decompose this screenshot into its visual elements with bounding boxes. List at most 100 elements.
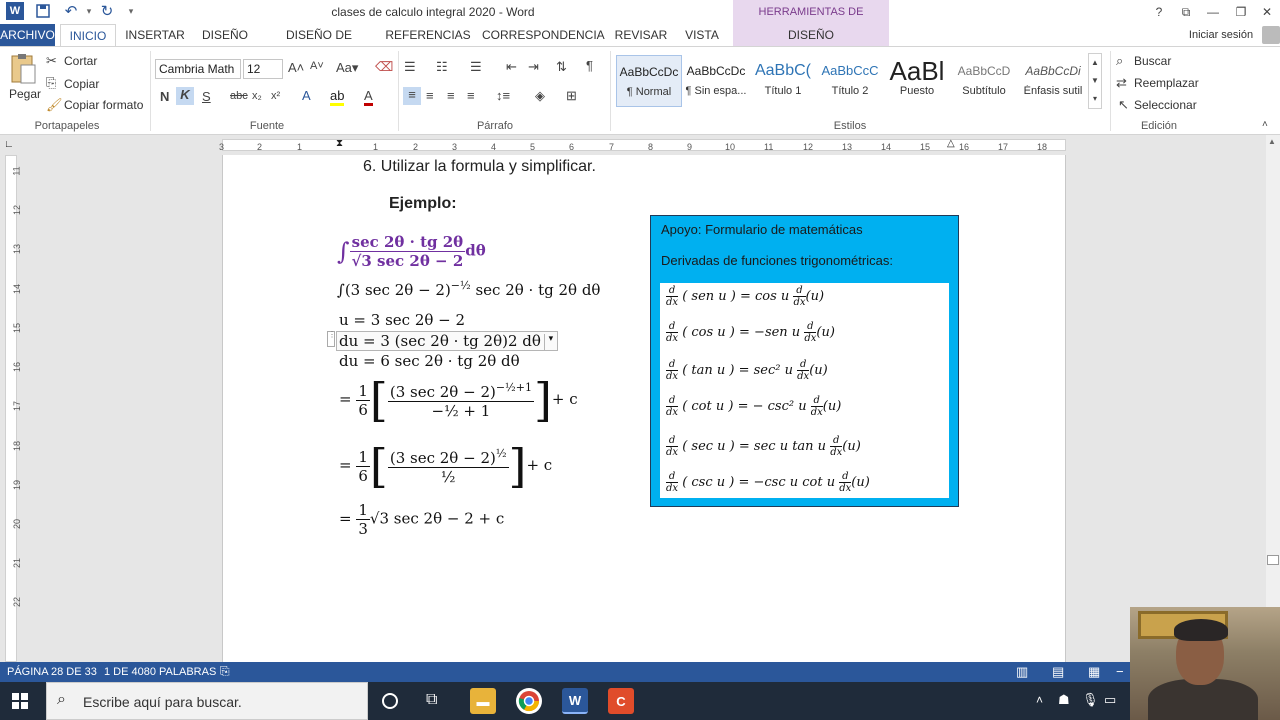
- tray-people-icon[interactable]: ☗: [1058, 692, 1070, 708]
- user-avatar[interactable]: [1262, 26, 1280, 44]
- change-case-icon[interactable]: Aa▾: [336, 60, 358, 76]
- styles-scroll-icon[interactable]: ▲ ▼ ▾: [1088, 53, 1102, 109]
- justify-icon[interactable]: ≡: [467, 88, 475, 103]
- style-name: Título 1: [764, 85, 802, 97]
- recorder-app-icon[interactable]: C: [608, 688, 634, 714]
- superscript-icon[interactable]: x²: [271, 90, 280, 102]
- tab-equation-diseno[interactable]: DISEÑO: [733, 24, 889, 46]
- proofing-icon[interactable]: ⎘: [220, 664, 230, 679]
- tray-overflow-icon[interactable]: ˄: [1036, 693, 1043, 707]
- zoom-out-icon[interactable]: −: [1116, 664, 1124, 679]
- find-button[interactable]: Buscar: [1134, 54, 1171, 68]
- ruler-number: 17: [12, 400, 23, 412]
- bold-icon[interactable]: N: [160, 89, 169, 104]
- multilevel-list-icon[interactable]: ☰: [470, 59, 482, 75]
- replace-button[interactable]: Reemplazar: [1134, 76, 1199, 90]
- style-normal[interactable]: AaBbCcDc ¶ Normal: [616, 55, 682, 107]
- align-left-icon[interactable]: ≡: [403, 87, 421, 105]
- ruler-bar[interactable]: 3 2 1 1 2 3 4 5 6 7 8 9 10 11 12 13 14 1…: [219, 138, 1066, 152]
- paste-icon[interactable]: [8, 53, 38, 87]
- shading-icon[interactable]: ◈: [535, 88, 545, 104]
- numbering-icon[interactable]: ☷: [436, 59, 448, 75]
- indent-marker-icon[interactable]: ⧗: [336, 138, 343, 149]
- font-size-combo[interactable]: 12: [243, 59, 283, 79]
- bullets-icon[interactable]: ☰: [404, 59, 416, 75]
- tab-selector-icon[interactable]: ∟: [4, 139, 16, 151]
- file-explorer-icon[interactable]: ▬: [470, 688, 496, 714]
- cut-button[interactable]: Cortar: [64, 54, 97, 68]
- read-mode-icon[interactable]: ▥: [1016, 664, 1028, 680]
- close-button[interactable]: ✕: [1256, 2, 1278, 22]
- style-puesto[interactable]: AaBl Puesto: [884, 55, 950, 107]
- equation-handle-icon[interactable]: ⋮: [327, 331, 336, 347]
- strikethrough-icon[interactable]: abc: [230, 90, 248, 102]
- italic-icon[interactable]: K: [176, 87, 194, 105]
- align-center-icon[interactable]: ≡: [426, 88, 434, 103]
- tab-revisar[interactable]: REVISAR: [612, 24, 670, 46]
- copy-button[interactable]: Copiar: [64, 77, 99, 91]
- network-icon[interactable]: ▭: [1104, 692, 1116, 708]
- print-layout-icon[interactable]: ▤: [1052, 664, 1064, 680]
- sort-icon[interactable]: ⇅: [556, 59, 567, 75]
- maximize-button[interactable]: ❐: [1230, 2, 1252, 22]
- page-count[interactable]: PÁGINA 28 DE 33: [7, 666, 97, 678]
- tab-inicio[interactable]: INICIO: [60, 24, 116, 46]
- show-formatting-icon[interactable]: ¶: [586, 58, 593, 73]
- d-symbol: d: [793, 285, 806, 297]
- tab-diseno[interactable]: DISEÑO: [196, 24, 254, 46]
- signin-link[interactable]: Iniciar sesión: [1184, 24, 1258, 46]
- windows-start-icon[interactable]: [12, 693, 28, 709]
- scroll-up-icon[interactable]: ▲: [1268, 137, 1276, 146]
- presenter-hair: [1174, 619, 1228, 641]
- chrome-icon[interactable]: [516, 688, 542, 714]
- paste-button[interactable]: Pegar: [9, 87, 41, 101]
- clear-formatting-icon[interactable]: ⌫: [375, 59, 393, 75]
- line-spacing-icon[interactable]: ↕≡: [496, 88, 510, 103]
- tab-diseno-pagina[interactable]: DISEÑO DE PÁGINA: [262, 24, 376, 64]
- web-layout-icon[interactable]: ▦: [1088, 664, 1100, 680]
- shrink-font-icon[interactable]: A˅: [310, 60, 324, 72]
- vertical-ruler-bar[interactable]: 11 12 13 14 15 16 17 18 19 20 21 22: [5, 155, 22, 662]
- word-count[interactable]: 1 DE 4080 PALABRAS: [104, 666, 216, 678]
- highlight-icon[interactable]: ab: [330, 88, 345, 106]
- style-subtitulo[interactable]: AaBbCcD Subtítulo: [951, 55, 1017, 107]
- subscript-icon[interactable]: x₂: [252, 90, 262, 102]
- word-taskbar-icon[interactable]: W: [562, 688, 588, 714]
- microphone-icon[interactable]: 🎙: [1082, 692, 1099, 708]
- scroll-thumb[interactable]: [1267, 555, 1279, 565]
- integral-differential: dθ: [465, 241, 486, 260]
- font-name-value: Cambria Math: [159, 62, 235, 76]
- select-button[interactable]: Seleccionar: [1134, 98, 1197, 112]
- equation-options-dropdown-icon[interactable]: ▾: [543, 334, 557, 350]
- ribbon-options-button[interactable]: ⧉: [1175, 2, 1197, 22]
- math-formulary-box[interactable]: Apoyo: Formulario de matemáticas Derivad…: [650, 215, 959, 507]
- taskbar-search-box[interactable]: ⌕ Escribe aquí para buscar.: [46, 682, 368, 720]
- vertical-scrollbar[interactable]: ▲: [1266, 135, 1280, 662]
- increase-indent-icon[interactable]: ⇥: [528, 59, 539, 75]
- du-equation-selected[interactable]: du = 3 (sec 2θ · tg 2θ)2 dθ ▾: [336, 331, 558, 351]
- format-painter-button[interactable]: Copiar formato: [64, 98, 143, 112]
- tab-referencias[interactable]: REFERENCIAS: [384, 24, 472, 46]
- tab-archivo[interactable]: ARCHIVO: [0, 24, 55, 46]
- tab-correspondencia[interactable]: CORRESPONDENCIA: [482, 24, 605, 46]
- tab-insertar[interactable]: INSERTAR: [122, 24, 188, 46]
- style-titulo-2[interactable]: AaBbCcC Título 2: [817, 55, 883, 107]
- help-button[interactable]: ?: [1148, 2, 1170, 22]
- font-color-icon[interactable]: A: [364, 88, 373, 106]
- minimize-button[interactable]: —: [1202, 2, 1224, 22]
- tab-vista[interactable]: VISTA: [680, 24, 724, 46]
- cortana-icon[interactable]: [382, 693, 398, 709]
- right-indent-marker-icon[interactable]: △: [947, 138, 955, 149]
- text-effects-icon[interactable]: A: [302, 88, 311, 103]
- style-sin-espaciado[interactable]: AaBbCcDc ¶ Sin espa...: [683, 55, 749, 107]
- underline-icon[interactable]: S: [202, 89, 211, 104]
- collapse-ribbon-icon[interactable]: ˄: [1262, 119, 1268, 130]
- decrease-indent-icon[interactable]: ⇤: [506, 59, 517, 75]
- task-view-icon[interactable]: ⧉: [426, 691, 437, 709]
- style-enfasis-sutil[interactable]: AaBbCcDi Énfasis sutil: [1020, 55, 1086, 107]
- font-name-combo[interactable]: Cambria Math: [155, 59, 241, 79]
- grow-font-icon[interactable]: A˄: [288, 60, 304, 75]
- align-right-icon[interactable]: ≡: [447, 88, 455, 103]
- style-titulo-1[interactable]: AaBbC( Título 1: [750, 55, 816, 107]
- borders-icon[interactable]: ⊞: [566, 88, 577, 104]
